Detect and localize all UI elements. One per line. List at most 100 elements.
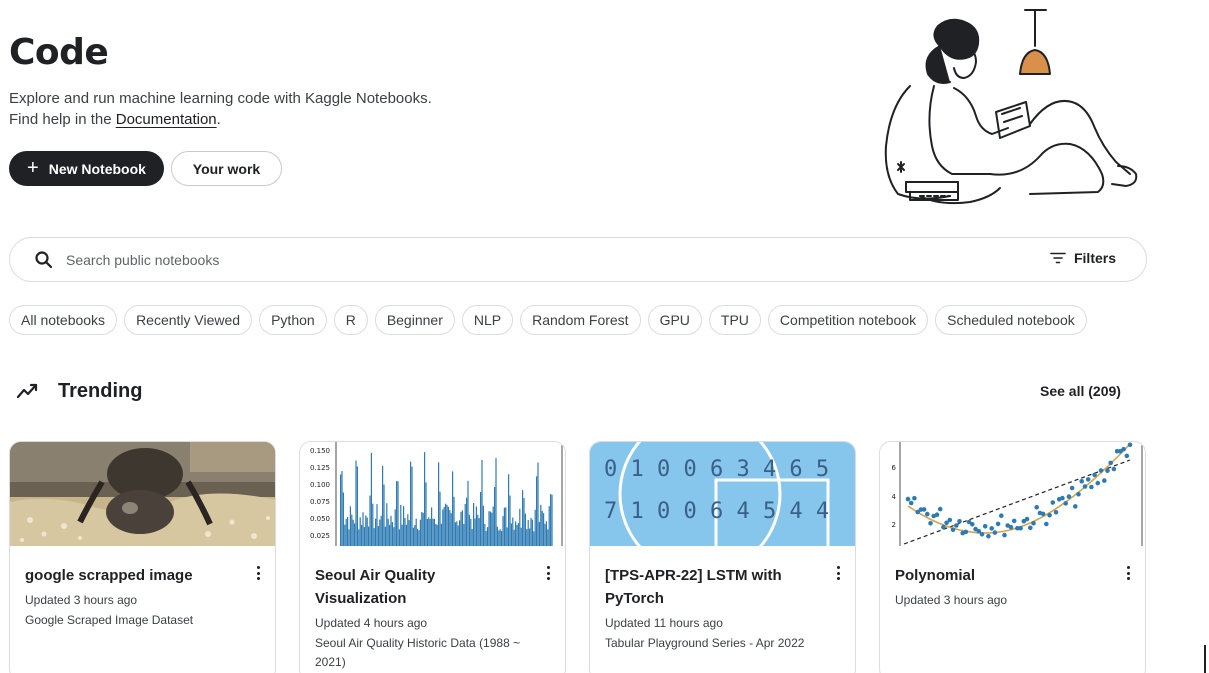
thumbnail-point bbox=[1108, 460, 1113, 466]
thumbnail-bar bbox=[541, 510, 543, 546]
thumbnail-bar bbox=[377, 526, 379, 546]
thumbnail-bar bbox=[527, 519, 529, 546]
thumbnail-point bbox=[963, 529, 969, 535]
thumbnail-bar bbox=[440, 523, 442, 546]
chip-competition-notebook[interactable]: Competition notebook bbox=[767, 305, 929, 335]
card-source[interactable]: Seoul Air Quality Historic Data (1988 ~ … bbox=[315, 634, 545, 672]
thumbnail-bar bbox=[425, 482, 427, 546]
thumbnail-bar bbox=[443, 506, 445, 546]
filter-icon bbox=[1050, 252, 1066, 264]
thumbnail-bar bbox=[408, 520, 410, 546]
chip-tpu[interactable]: TPU bbox=[708, 305, 761, 335]
filters-button[interactable]: Filters bbox=[1050, 250, 1116, 266]
thumbnail-point bbox=[928, 521, 933, 526]
thumbnail-bar bbox=[481, 459, 483, 546]
new-notebook-button[interactable]: + New Notebook bbox=[9, 151, 164, 186]
thumbnail-bar bbox=[540, 504, 542, 546]
thumbnail-bar bbox=[352, 519, 354, 546]
thumbnail-bar bbox=[366, 517, 368, 546]
chip-random-forest[interactable]: Random Forest bbox=[520, 305, 641, 335]
thumbnail-bar bbox=[394, 509, 396, 546]
thumbnail-point bbox=[1018, 525, 1023, 531]
thumbnail-bar bbox=[390, 515, 392, 546]
y-tick-label: 0.025 bbox=[310, 532, 330, 540]
thumbnail-bar bbox=[485, 530, 487, 546]
thumbnail-bar bbox=[464, 504, 466, 546]
thumbnail-bar bbox=[461, 510, 463, 546]
thumbnail-bar bbox=[435, 523, 437, 546]
your-work-button[interactable]: Your work bbox=[171, 151, 282, 186]
thumbnail-bar bbox=[530, 517, 532, 546]
thumbnail-bar bbox=[369, 495, 371, 546]
thumbnail-bar bbox=[433, 518, 435, 546]
notebook-card[interactable]: 0.150 0.125 0.100 0.075 0.050 0.025 Seou… bbox=[299, 441, 566, 673]
chip-recently-viewed[interactable]: Recently Viewed bbox=[124, 305, 253, 335]
thumbnail-point bbox=[970, 522, 975, 527]
thumbnail-bar bbox=[348, 529, 350, 546]
search-bar: Filters bbox=[9, 237, 1147, 282]
more-options-icon[interactable] bbox=[1123, 564, 1133, 582]
thumbnail-bar bbox=[496, 526, 498, 546]
card-title[interactable]: Seoul Air Quality Visualization bbox=[315, 564, 525, 610]
plus-icon: + bbox=[27, 156, 39, 179]
card-title[interactable]: google scrapped image bbox=[25, 564, 235, 587]
chip-gpu[interactable]: GPU bbox=[647, 305, 702, 335]
thumbnail-bar bbox=[421, 511, 423, 546]
search-input[interactable] bbox=[66, 248, 966, 272]
card-title[interactable]: [TPS-APR-22] LSTM with PyTorch bbox=[605, 564, 815, 610]
chip-scheduled-notebook[interactable]: Scheduled notebook bbox=[935, 305, 1087, 335]
more-options-icon[interactable] bbox=[543, 564, 553, 582]
thumbnail-bar bbox=[436, 524, 438, 546]
thumbnail-bar bbox=[387, 518, 389, 546]
thumbnail-bar bbox=[345, 518, 347, 546]
thumbnail-bar bbox=[516, 524, 518, 546]
chip-beginner[interactable]: Beginner bbox=[374, 305, 455, 335]
thumbnail-point bbox=[1028, 525, 1033, 531]
thumbnail-bar bbox=[522, 490, 524, 546]
thumbnail-point bbox=[1102, 478, 1107, 483]
thumbnail-bar bbox=[454, 522, 456, 546]
card-thumbnail: 0.150 0.125 0.100 0.075 0.050 0.025 bbox=[300, 442, 565, 546]
thumbnail-bar bbox=[358, 529, 360, 546]
thumbnail-bar bbox=[460, 511, 462, 546]
thumbnail-bar bbox=[417, 529, 419, 546]
thumbnail-bar bbox=[475, 506, 477, 546]
thumbnail-point bbox=[954, 523, 959, 528]
chip-python[interactable]: Python bbox=[259, 305, 327, 335]
thumbnail-bar bbox=[489, 511, 491, 546]
thumbnail-bar bbox=[432, 518, 434, 546]
thumbnail-bar bbox=[550, 494, 552, 546]
thumbnail-bar bbox=[347, 517, 349, 546]
notebook-card[interactable]: 6 4 2 Polynomial Updated 3 hours ago bbox=[879, 441, 1146, 673]
chip-r[interactable]: R bbox=[333, 305, 368, 335]
card-source[interactable]: Tabular Playground Series - Apr 2022 bbox=[605, 634, 835, 653]
chip-all-notebooks[interactable]: All notebooks bbox=[9, 305, 118, 335]
thumbnail-bar bbox=[410, 461, 412, 546]
description-suffix: . bbox=[216, 111, 221, 128]
thumbnail-point bbox=[1034, 505, 1039, 510]
thumbnail-bar bbox=[547, 529, 549, 546]
card-title[interactable]: Polynomial bbox=[895, 564, 1105, 587]
notebook-card[interactable]: 0 1 0 0 6 3 4 6 5 7 1 0 0 6 4 5 4 4 [TPS… bbox=[589, 441, 856, 673]
thumbnail-bar bbox=[548, 506, 550, 546]
more-options-icon[interactable] bbox=[253, 564, 263, 582]
thumbnail-point bbox=[1066, 494, 1072, 499]
notebook-card[interactable]: google scrapped image Updated 3 hours ag… bbox=[9, 441, 276, 673]
thumbnail-bar bbox=[384, 526, 386, 546]
documentation-link[interactable]: Documentation bbox=[116, 111, 217, 128]
thumbnail-bar bbox=[538, 521, 540, 546]
thumbnail-bar bbox=[412, 527, 414, 546]
thumbnail-bar bbox=[482, 505, 484, 546]
see-all-link[interactable]: See all (209) bbox=[1040, 383, 1121, 399]
thumbnail-bar bbox=[382, 465, 384, 546]
more-options-icon[interactable] bbox=[833, 564, 843, 582]
thumbnail-bar bbox=[515, 521, 517, 546]
y-tick-label: 0.075 bbox=[310, 498, 330, 506]
thumbnail-bar bbox=[534, 509, 536, 546]
card-source[interactable]: Google Scraped Image Dataset bbox=[25, 611, 255, 630]
chip-nlp[interactable]: NLP bbox=[461, 305, 514, 335]
page-title: Code bbox=[9, 32, 109, 73]
thumbnail-bar bbox=[459, 520, 461, 546]
thumbnail-point bbox=[905, 496, 911, 502]
thumbnail-bar bbox=[431, 507, 433, 546]
